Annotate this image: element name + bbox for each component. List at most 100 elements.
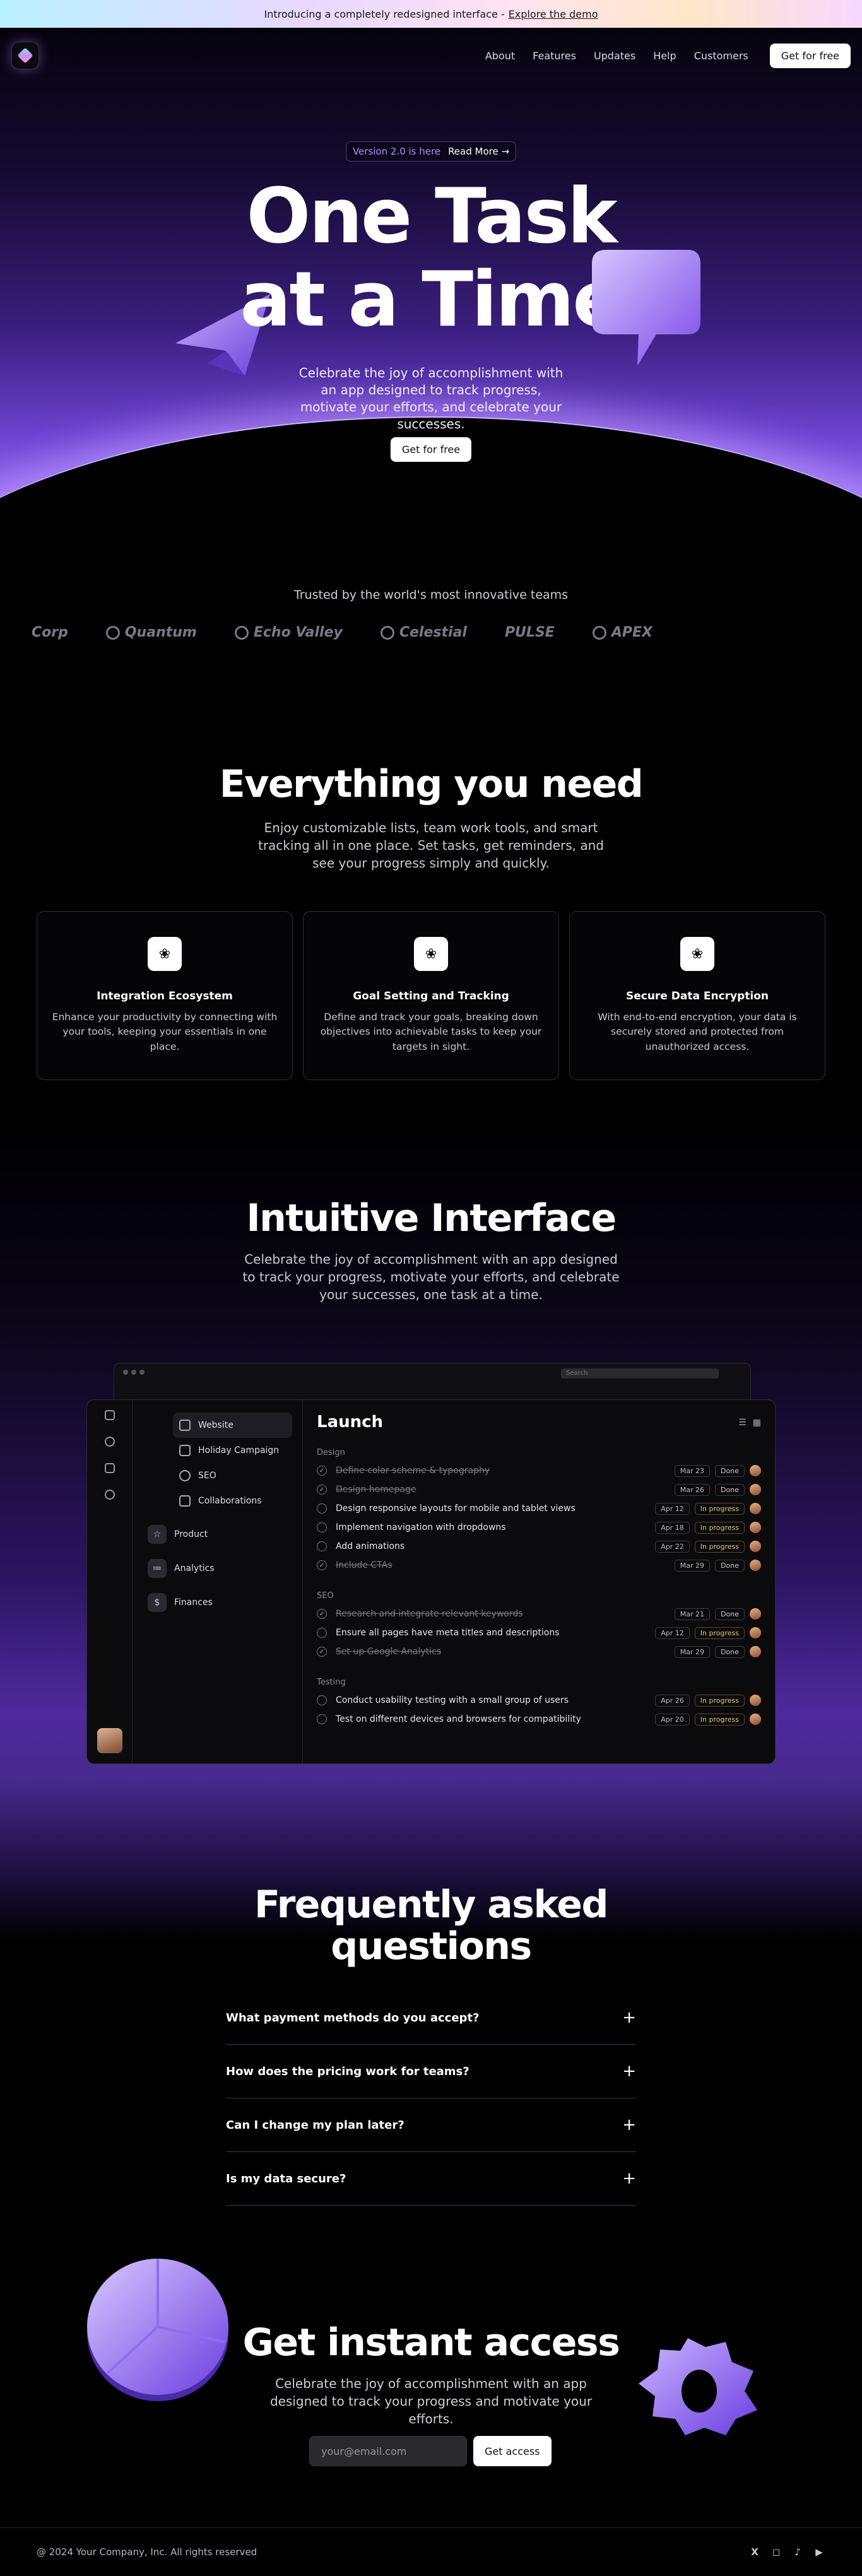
task-row[interactable]: ✓ Define color scheme & typography Mar 23 D… [317, 1461, 761, 1480]
task-checkbox[interactable] [317, 1541, 327, 1551]
task-row[interactable]: ✓ Research and integrate relevant keyword… [317, 1604, 761, 1623]
social-links: X ◻ ♪ ▶ [748, 2546, 825, 2558]
task-checkbox[interactable]: ✓ [317, 1609, 327, 1619]
plus-icon[interactable]: + [622, 2115, 636, 2134]
faq-item[interactable]: Can I change my plan later? + [226, 2098, 636, 2152]
faq-item[interactable]: Is my data secure? + [226, 2152, 636, 2206]
task-row[interactable]: Add animations Apr 22 In progress [317, 1537, 761, 1556]
task-row[interactable]: Ensure all pages have meta titles and de… [317, 1623, 761, 1642]
sidebar-item-holiday-campaign[interactable]: Holiday Campaign [173, 1438, 292, 1463]
nav-customers[interactable]: Customers [694, 50, 748, 62]
task-group-label: Design [317, 1448, 345, 1457]
faq-question: Can I change my plan later? [226, 2118, 404, 2132]
leaf-icon: ❀ [680, 937, 714, 971]
task-checkbox[interactable] [317, 1628, 327, 1638]
interface-title: Intuitive Interface [246, 1196, 617, 1240]
customer-logo: Quantum [105, 625, 197, 640]
plus-icon[interactable]: + [622, 2062, 636, 2081]
get-access-button[interactable]: Get access [473, 2436, 552, 2466]
sidebar-group-label: Finances [174, 1597, 213, 1608]
task-checkbox[interactable]: ✓ [317, 1466, 327, 1476]
faq-title: Frequently asked questions [0, 1884, 862, 1967]
task-due-date: Mar 23 [674, 1464, 711, 1477]
features-grid: ❀ Integration Ecosystem Enhance your pro… [37, 911, 825, 1080]
filter-icon[interactable]: ☰ [738, 1418, 747, 1428]
task-row[interactable]: Conduct usability testing with a small g… [317, 1691, 761, 1710]
plus-icon[interactable]: + [622, 2008, 636, 2027]
version-pill[interactable]: Version 2.0 is here Read More → [345, 141, 517, 162]
task-row[interactable]: ✓ Include CTAs Mar 29 Done [317, 1556, 761, 1575]
task-due-date: Mar 21 [674, 1608, 711, 1620]
faq-title-line2: questions [331, 1924, 532, 1968]
task-row[interactable]: ✓ Design homepage Mar 26 Done [317, 1480, 761, 1499]
status-badge: In progress [694, 1694, 745, 1707]
nav-features[interactable]: Features [533, 50, 576, 62]
sidebar-group-analytics[interactable]: ≔ Analytics [143, 1551, 292, 1585]
task-row[interactable]: Design responsive layouts for mobile and… [317, 1499, 761, 1518]
faq-item[interactable]: What payment methods do you accept? + [226, 1991, 636, 2045]
faq-item[interactable]: How does the pricing work for teams? + [226, 2045, 636, 2098]
search-icon [179, 1470, 191, 1481]
footer: @ 2024 Your Company, Inc. All rights res… [0, 2527, 862, 2576]
task-checkbox[interactable] [317, 1522, 327, 1532]
task-text: Include CTAs [336, 1560, 393, 1570]
dollar-icon: $ [148, 1593, 167, 1612]
customer-logo-text: PULSE [504, 625, 555, 640]
customer-logo: Echo Valley [234, 625, 343, 640]
tiktok-icon[interactable]: ♪ [791, 2546, 804, 2558]
customer-logo: Celestial [380, 625, 467, 640]
inbox-icon[interactable] [104, 1410, 115, 1420]
nav-updates[interactable]: Updates [594, 50, 635, 62]
hero-get-for-free-button[interactable]: Get for free [390, 437, 472, 462]
refresh-icon[interactable] [104, 1437, 115, 1447]
task-row[interactable]: Test on different devices and browsers f… [317, 1710, 761, 1729]
task-checkbox[interactable] [317, 1503, 327, 1514]
sidebar-group-product[interactable]: ☆ Product [143, 1517, 292, 1551]
task-checkbox[interactable] [317, 1695, 327, 1705]
task-due-date: Mar 26 [674, 1483, 711, 1496]
home-icon[interactable] [104, 1463, 115, 1473]
task-row[interactable]: Implement navigation with dropdowns Apr 1… [317, 1518, 761, 1537]
explore-demo-link[interactable]: Explore the demo [509, 8, 598, 20]
sidebar-item-website[interactable]: Website [173, 1413, 292, 1438]
sidebar-group-label: Product [174, 1529, 208, 1539]
avatar[interactable] [97, 1728, 122, 1753]
task-due-date: Apr 18 [655, 1521, 690, 1534]
gift-icon [179, 1445, 191, 1456]
nav-help[interactable]: Help [653, 50, 676, 62]
task-checkbox[interactable]: ✓ [317, 1647, 327, 1657]
task-text: Ensure all pages have meta titles and de… [336, 1628, 560, 1638]
task-checkbox[interactable]: ✓ [317, 1485, 327, 1495]
sidebar-item-label: Collaborations [198, 1496, 262, 1506]
settings-icon[interactable] [104, 1490, 115, 1500]
sidebar-item-seo[interactable]: SEO [173, 1463, 292, 1488]
task-due-date: Apr 26 [655, 1694, 690, 1707]
x-icon[interactable]: X [748, 2546, 761, 2558]
plus-icon[interactable]: + [622, 2169, 636, 2188]
email-input[interactable] [309, 2436, 467, 2466]
app-search-input[interactable]: Search [561, 1368, 719, 1379]
diamond-icon [179, 1495, 191, 1507]
read-more-link[interactable]: Read More → [448, 146, 509, 157]
announcement-text: Introducing a completely redesigned inte… [264, 8, 505, 20]
nav-about[interactable]: About [485, 50, 515, 62]
star-icon: ☆ [148, 1525, 167, 1544]
feature-description: Define and track your goals, breaking do… [320, 1011, 542, 1052]
sidebar-group-finances[interactable]: $ Finances [143, 1585, 292, 1620]
task-group-label: SEO [317, 1591, 334, 1601]
youtube-icon[interactable]: ▶ [813, 2546, 825, 2558]
task-checkbox[interactable] [317, 1714, 327, 1724]
nav-get-for-free-button[interactable]: Get for free [769, 43, 851, 68]
sidebar-item-collaborations[interactable]: Collaborations [173, 1488, 292, 1514]
version-label: Version 2.0 is here [352, 146, 441, 157]
sidebar-item-label: Holiday Campaign [198, 1445, 280, 1456]
customer-logo: Corp [32, 625, 68, 640]
faq-question: What payment methods do you accept? [226, 2011, 480, 2025]
task-row[interactable]: ✓ Set up Google Analytics Mar 29 Done [317, 1642, 761, 1661]
assignee-avatar [750, 1484, 761, 1495]
instagram-icon[interactable]: ◻ [770, 2546, 782, 2558]
grid-icon[interactable]: ▦ [753, 1418, 761, 1428]
task-checkbox[interactable]: ✓ [317, 1560, 327, 1570]
app-logo[interactable] [11, 42, 39, 69]
task-text: Test on different devices and browsers f… [336, 1714, 581, 1724]
